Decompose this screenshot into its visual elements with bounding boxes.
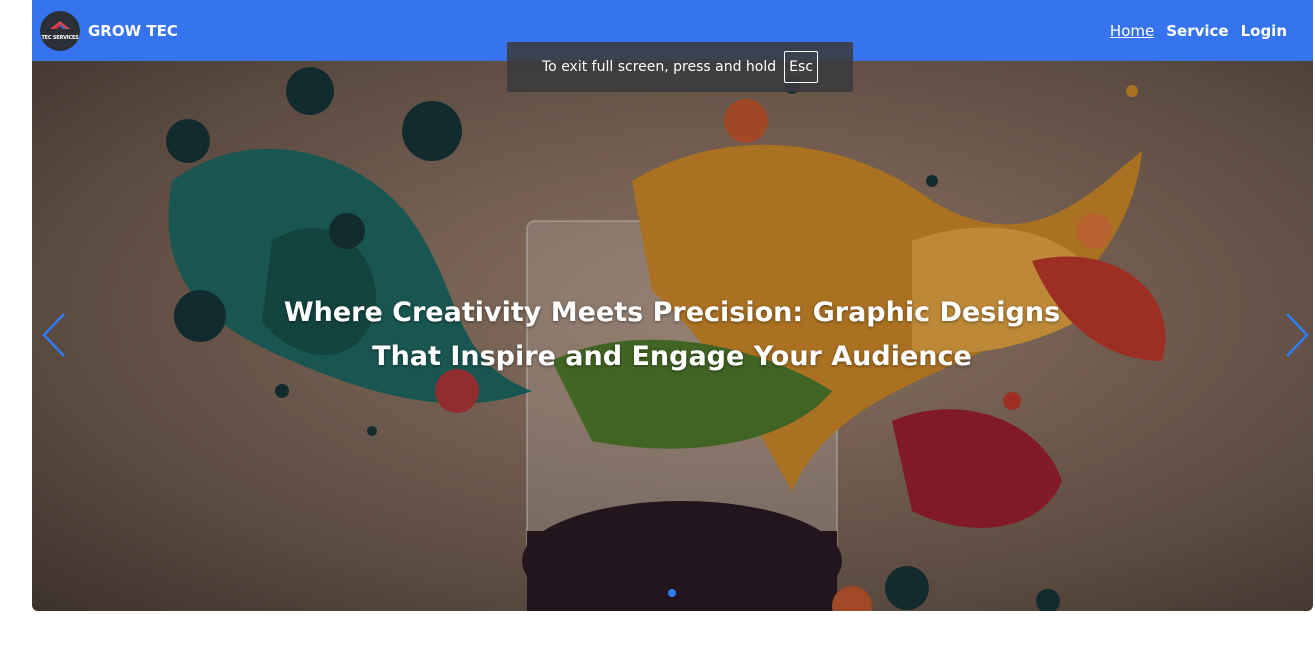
- brand[interactable]: TEC SERVICES GROW TEC: [40, 10, 178, 51]
- brand-logo: TEC SERVICES: [40, 10, 80, 51]
- brand-name[interactable]: GROW TEC: [88, 22, 178, 40]
- chevron-right-icon: [1286, 313, 1309, 357]
- logo-text: TEC SERVICES: [41, 34, 79, 41]
- fullscreen-exit-notice: To exit full screen, press and hold Esc: [507, 42, 853, 92]
- logo-mark-icon: [50, 20, 70, 29]
- hero-carousel: Where Creativity Meets Precision: Graphi…: [32, 61, 1313, 611]
- nav-home-link[interactable]: Home: [1110, 22, 1154, 40]
- carousel-indicator[interactable]: [668, 589, 676, 597]
- nav-login-link[interactable]: Login: [1241, 22, 1287, 40]
- hero-caption: Where Creativity Meets Precision: Graphi…: [283, 297, 1061, 372]
- fullscreen-notice-text: To exit full screen, press and hold: [542, 59, 777, 75]
- nav-service-link[interactable]: Service: [1166, 22, 1228, 40]
- chevron-left-icon: [42, 313, 65, 357]
- esc-key-label: Esc: [784, 51, 818, 83]
- nav-links: Home Service Login: [1110, 22, 1287, 40]
- carousel-prev-button[interactable]: [40, 311, 70, 359]
- carousel-next-button[interactable]: [1283, 311, 1313, 359]
